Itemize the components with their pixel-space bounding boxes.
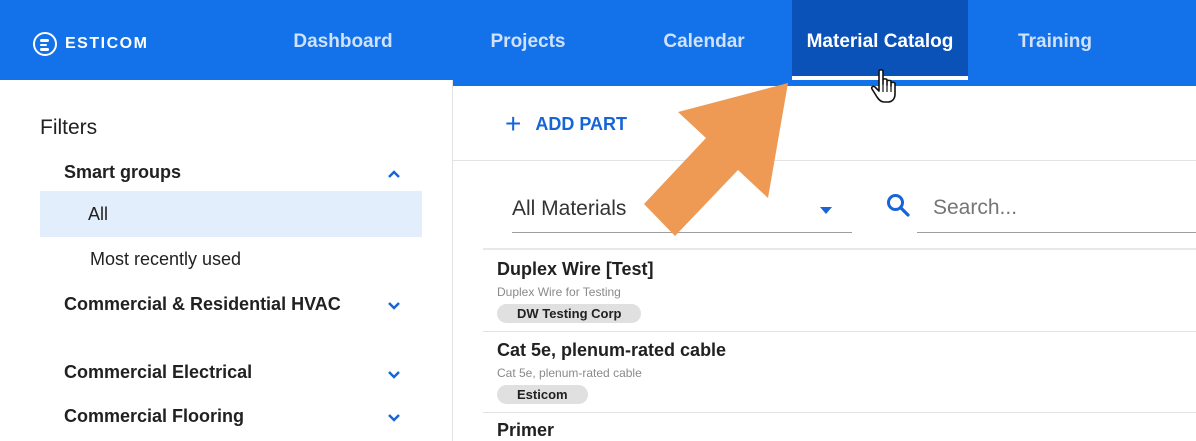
filters-sidebar: Filters Smart groups All Most recently u… <box>0 80 453 441</box>
group-smart-groups[interactable]: Smart groups <box>64 162 344 182</box>
divider <box>453 160 1196 161</box>
search-icon[interactable] <box>885 192 911 218</box>
select-value: All Materials <box>512 197 627 220</box>
smart-group-item-label: All <box>88 204 109 224</box>
chevron-down-icon[interactable] <box>386 298 402 314</box>
callout-arrow-icon <box>644 83 788 236</box>
nav-projects[interactable]: Projects <box>468 0 588 80</box>
chevron-up-icon[interactable] <box>386 166 402 182</box>
search-field[interactable] <box>917 185 1196 233</box>
part-name: Primer <box>497 420 555 440</box>
app-window: ESTICOM Dashboard Projects Calendar Mate… <box>0 0 1196 441</box>
nav-dashboard[interactable]: Dashboard <box>268 0 418 80</box>
smart-group-item-label: Most recently used <box>90 249 242 269</box>
search-input[interactable] <box>931 195 1185 221</box>
group-commercial-flooring[interactable]: Commercial Flooring <box>64 406 344 426</box>
group-commercial-electrical[interactable]: Commercial Electrical <box>64 362 344 382</box>
part-description: Duplex Wire for Testing <box>497 285 621 299</box>
catalog-main: + ADD PART All Materials Duplex Wire [Te… <box>453 80 1196 441</box>
logo-text: ESTICOM <box>65 35 149 52</box>
nav-calendar[interactable]: Calendar <box>640 0 768 80</box>
part-name: Duplex Wire [Test] <box>497 259 654 279</box>
caret-down-icon <box>820 207 832 214</box>
list-item[interactable]: Duplex Wire [Test] Duplex Wire for Testi… <box>483 248 1196 331</box>
vendor-badge: Esticom <box>497 385 588 404</box>
chevron-down-icon[interactable] <box>386 410 402 426</box>
hand-cursor-icon <box>870 69 896 103</box>
part-description: Cat 5e, plenum-rated cable <box>497 366 642 380</box>
list-item[interactable]: Primer <box>483 413 1196 441</box>
list-item[interactable]: Cat 5e, plenum-rated cable Cat 5e, plenu… <box>483 332 1196 412</box>
add-part-button[interactable]: + ADD PART <box>505 110 627 138</box>
chevron-down-icon[interactable] <box>386 367 402 383</box>
top-nav-bar: ESTICOM Dashboard Projects Calendar Mate… <box>0 0 1196 86</box>
nav-training[interactable]: Training <box>1000 0 1110 80</box>
add-part-label: ADD PART <box>535 113 628 134</box>
vendor-badge: DW Testing Corp <box>497 304 642 323</box>
plus-icon: + <box>505 108 522 139</box>
esticom-logo-icon <box>33 32 57 56</box>
smart-group-item-all[interactable]: All <box>40 191 422 237</box>
part-name: Cat 5e, plenum-rated cable <box>497 340 727 360</box>
smart-group-item-most-recently-used[interactable]: Most recently used <box>40 236 422 282</box>
filters-title: Filters <box>40 116 98 139</box>
group-commercial-residential-hvac[interactable]: Commercial & Residential HVAC <box>64 294 344 314</box>
logo[interactable]: ESTICOM <box>33 30 148 58</box>
